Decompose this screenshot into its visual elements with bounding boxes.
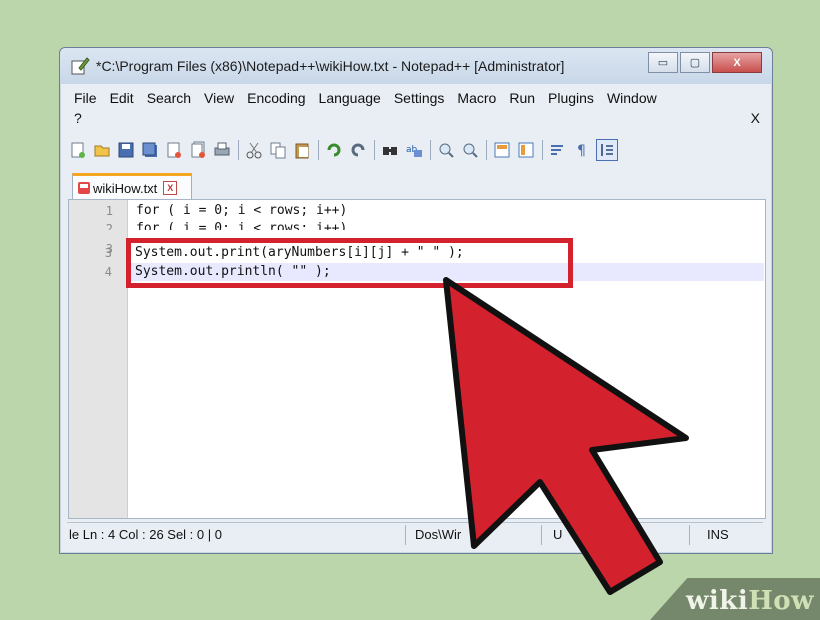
mouse-cursor-arrow-icon <box>443 277 689 595</box>
watermark-how: How <box>748 586 814 616</box>
wikihow-watermark: wikiHow <box>686 586 814 616</box>
watermark-wiki: wiki <box>686 586 749 616</box>
